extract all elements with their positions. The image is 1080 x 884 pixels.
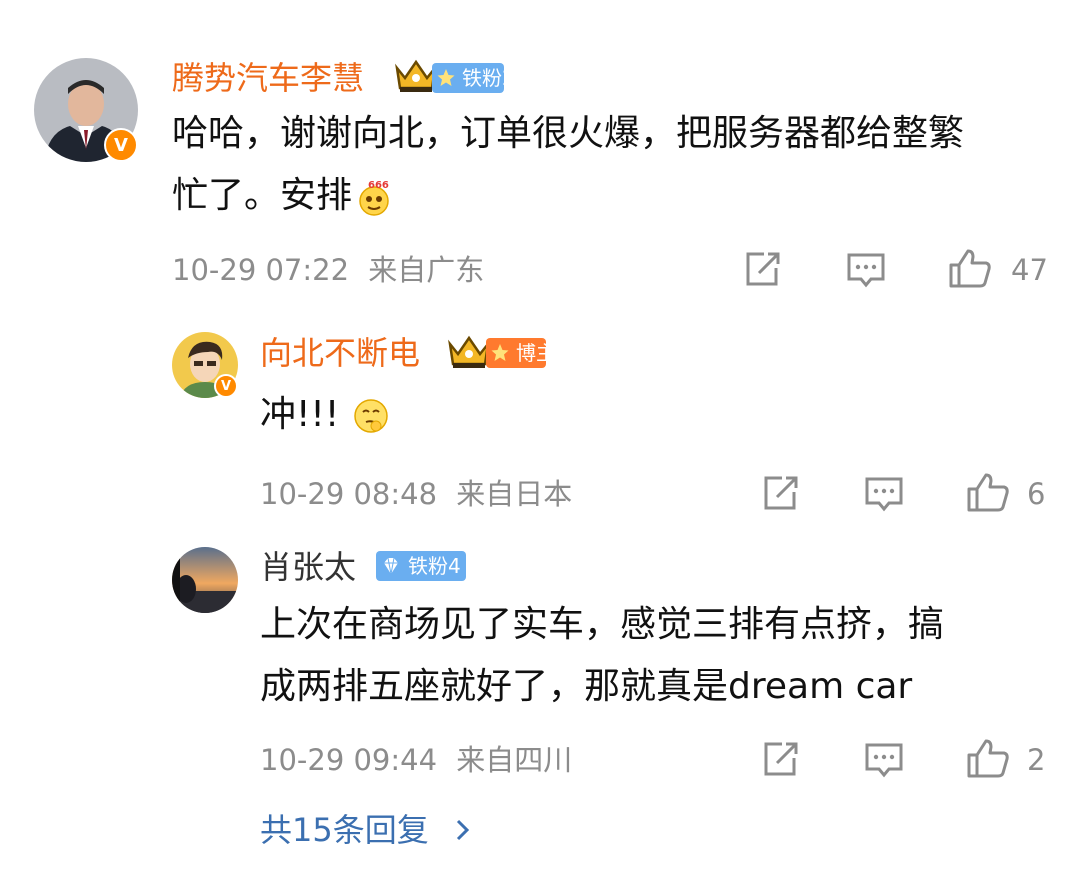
avatar-photo xyxy=(172,547,238,613)
reply-time: 10-29 09:44 xyxy=(260,743,438,777)
like-icon[interactable] xyxy=(948,247,992,289)
reply-text-line2: 成两排五座就好了，那就真是dream car xyxy=(260,666,913,707)
blogger-badge-label: 博主 xyxy=(516,341,556,365)
more-replies-link[interactable]: 共15条回复 xyxy=(260,810,473,850)
comment-text-line1: 哈哈，谢谢向北，订单很火爆，把服务器都给整繁 xyxy=(172,113,965,154)
avatar-reply-1[interactable]: V xyxy=(172,332,238,398)
reply-text-content: 冲!!! xyxy=(260,394,351,435)
comment-author[interactable]: 腾势汽车李慧 xyxy=(172,58,364,98)
comment-icon[interactable] xyxy=(864,474,904,514)
comment-icon[interactable] xyxy=(864,740,904,780)
more-replies-label: 共15条回复 xyxy=(260,811,429,849)
comment-icon[interactable] xyxy=(846,250,886,290)
verified-badge: V xyxy=(104,128,138,162)
like-count: 47 xyxy=(1011,253,1048,287)
share-icon[interactable] xyxy=(742,250,782,290)
like-icon[interactable] xyxy=(966,737,1010,779)
comment-text-line2: 忙了。安排 666 xyxy=(172,166,394,226)
fan-badge-label: 铁粉2 xyxy=(462,66,515,90)
star-icon xyxy=(437,69,455,86)
like-icon[interactable] xyxy=(966,471,1010,513)
comment-time: 10-29 07:22 xyxy=(172,253,350,287)
comment-meta: 10-29 07:22 来自广东 xyxy=(172,250,484,290)
reply-meta: 10-29 09:44 来自四川 xyxy=(260,740,572,780)
blogger-badge[interactable]: 博主 xyxy=(486,338,556,368)
avatar-main[interactable]: V xyxy=(34,58,138,162)
reply-text-line1: 上次在商场见了实车，感觉三排有点挤，搞 xyxy=(260,604,945,645)
666-emoji-icon: 666 xyxy=(359,180,389,216)
reply-author[interactable]: 向北不断电 xyxy=(260,333,420,373)
reply-meta: 10-29 08:48 来自日本 xyxy=(260,474,572,514)
share-icon[interactable] xyxy=(760,740,800,780)
avatar-reply-2[interactable] xyxy=(172,547,238,613)
reply-location: 来自四川 xyxy=(456,743,573,777)
star-icon xyxy=(491,344,509,361)
comment-thread: V 腾势汽车李慧 铁粉2 哈哈，谢谢向北，订单很火爆，把服务器都给整繁 忙了。安… xyxy=(0,0,1080,884)
like-count: 2 xyxy=(1027,743,1046,777)
reply-text: 冲!!! xyxy=(260,385,391,445)
fan-badge[interactable]: 铁粉4 xyxy=(376,551,466,581)
comment-location: 来自广东 xyxy=(368,253,485,287)
fan-badge-label: 铁粉4 xyxy=(408,554,461,578)
svg-text:666: 666 xyxy=(368,180,389,191)
thinking-emoji-icon xyxy=(354,399,388,433)
like-count: 6 xyxy=(1027,477,1046,511)
reply-time: 10-29 08:48 xyxy=(260,477,438,511)
chevron-right-icon xyxy=(456,819,470,841)
reply-location: 来自日本 xyxy=(456,477,573,511)
reply-author[interactable]: 肖张太 xyxy=(260,547,356,587)
diamond-icon xyxy=(384,557,398,575)
comment-text-line2-content: 忙了。安排 xyxy=(172,175,353,216)
verified-badge: V xyxy=(214,374,238,398)
share-icon[interactable] xyxy=(760,474,800,514)
fan-badge[interactable]: 铁粉2 xyxy=(432,63,515,93)
